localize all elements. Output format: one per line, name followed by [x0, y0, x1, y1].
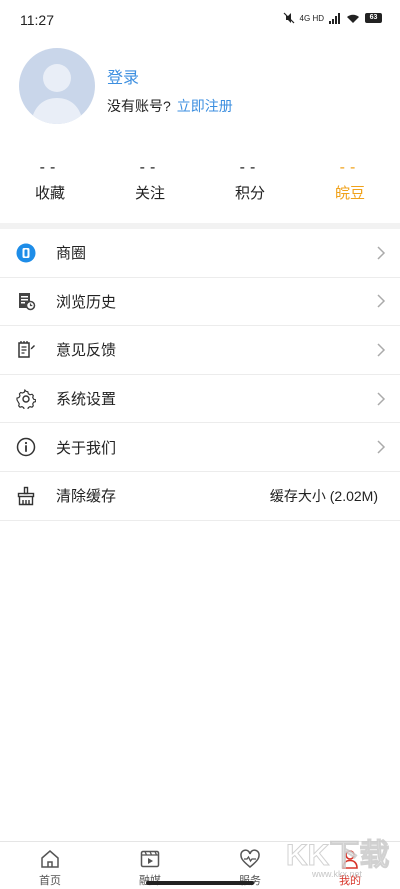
register-link[interactable]: 立即注册 [177, 98, 233, 114]
menu-label: 关于我们 [56, 439, 117, 457]
wifi-icon [347, 14, 359, 23]
stat-label: 积分 [234, 185, 265, 202]
menu-list: 商圈 浏览历史 意见反馈 系统设置 关于我们 清除缓存 缓存大小 (2.02M) [0, 229, 400, 521]
chevron-right-icon [377, 392, 386, 406]
tab-home[interactable]: 首页 [0, 842, 100, 889]
service-heart-icon [240, 849, 260, 868]
menu-label: 清除缓存 [56, 488, 117, 506]
stat-label: 关注 [134, 185, 165, 202]
home-icon [41, 850, 59, 868]
stat-wandou[interactable]: -- 皖豆 [300, 158, 400, 214]
chevron-right-icon [377, 440, 386, 454]
stat-value: -- [39, 159, 61, 176]
menu-label: 浏览历史 [56, 293, 117, 311]
stat-value: -- [239, 159, 261, 176]
no-account-text: 没有账号? [107, 98, 171, 114]
cache-size-value: 缓存大小 (2.02M) [269, 487, 378, 504]
tab-label: 首页 [39, 875, 61, 887]
login-link[interactable]: 登录 [107, 64, 139, 88]
stat-following[interactable]: -- 关注 [100, 158, 200, 214]
menu-item-clear-cache[interactable]: 清除缓存 缓存大小 (2.02M) [0, 472, 400, 521]
home-indicator [146, 881, 254, 885]
history-icon [19, 293, 36, 311]
info-icon [16, 437, 36, 457]
tab-label: 融媒 [139, 872, 161, 888]
mute-icon [283, 12, 294, 24]
stat-favorites[interactable]: -- 收藏 [0, 158, 100, 214]
shop-circle-icon [16, 243, 36, 263]
profile-header: 登录 没有账号? 立即注册 [0, 48, 400, 138]
stats-row: -- 收藏 -- 关注 -- 积分 -- 皖豆 [0, 158, 400, 214]
stat-label: 收藏 [34, 185, 65, 202]
broom-icon [17, 486, 35, 505]
menu-item-feedback[interactable]: 意见反馈 [0, 326, 400, 375]
feedback-icon [18, 340, 35, 358]
chevron-right-icon [377, 343, 386, 357]
menu-item-about[interactable]: 关于我们 [0, 423, 400, 472]
media-icon [140, 850, 160, 868]
signal-icon [329, 12, 340, 24]
status-bar: 11:27 4G HD 63 [0, 0, 400, 40]
menu-item-settings[interactable]: 系统设置 [0, 375, 400, 424]
watermark-text: KK下载 [286, 839, 389, 872]
gear-icon [16, 388, 36, 409]
status-time: 11:27 [20, 12, 54, 28]
stat-label: 皖豆 [334, 185, 365, 202]
menu-label: 系统设置 [56, 391, 117, 409]
menu-item-history[interactable]: 浏览历史 [0, 278, 400, 327]
chevron-right-icon [377, 246, 386, 260]
menu-label: 商圈 [56, 245, 87, 263]
menu-label: 意见反馈 [56, 342, 117, 360]
menu-item-business-circle[interactable]: 商圈 [0, 229, 400, 278]
watermark-url: www.kkx.net [311, 869, 363, 879]
default-avatar-icon [31, 64, 83, 124]
chevron-right-icon [377, 294, 386, 308]
stat-value: -- [339, 159, 361, 176]
watermark-logo: KK下载 www.kkx.net [286, 839, 390, 880]
network-label: 4G HD [299, 13, 324, 23]
stat-points[interactable]: -- 积分 [200, 158, 300, 214]
battery-icon: 63 [365, 13, 382, 23]
register-line: 没有账号? 立即注册 [107, 96, 233, 116]
status-icons: 4G HD 63 [283, 12, 382, 24]
stat-value: -- [139, 159, 161, 176]
avatar[interactable] [19, 48, 95, 124]
tab-label: 服务 [239, 872, 261, 888]
